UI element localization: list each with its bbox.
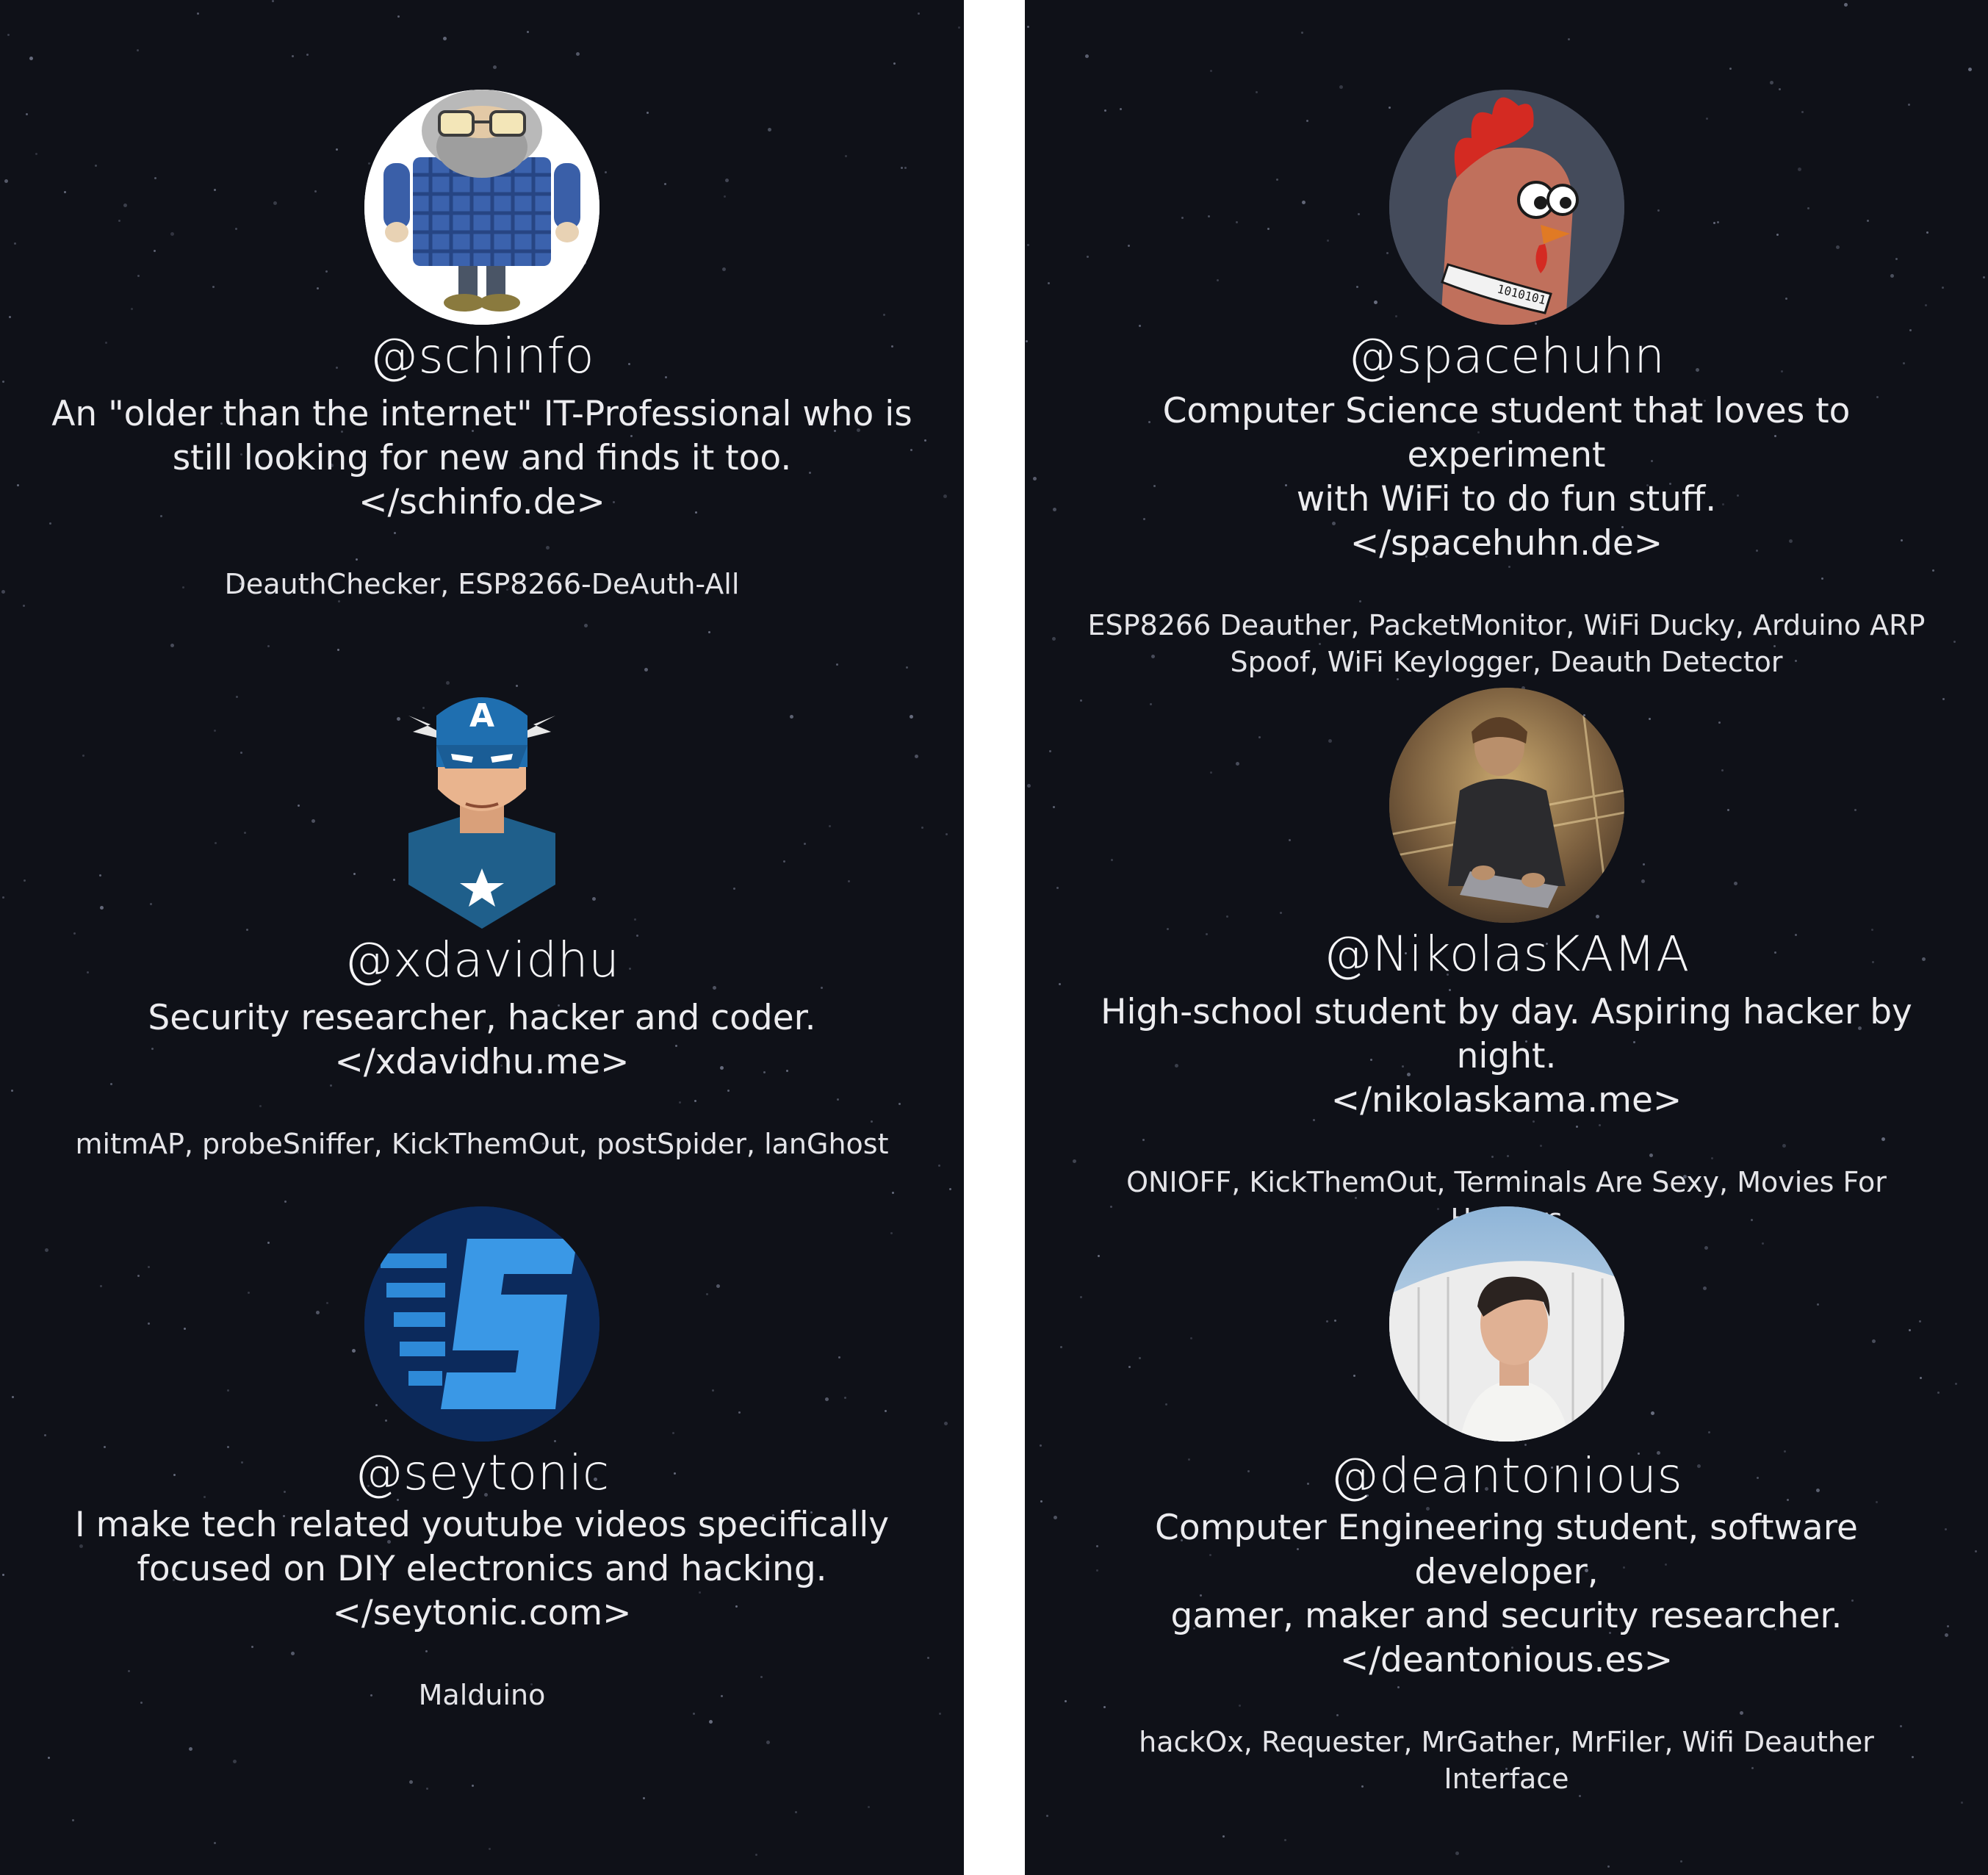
star-dot <box>489 1848 491 1850</box>
star-dot <box>170 644 174 647</box>
star-dot <box>7 34 10 36</box>
star-dot <box>643 1797 645 1799</box>
bearded-man-plaid-shirt-avatar[interactable] <box>364 90 599 325</box>
star-dot <box>708 631 710 633</box>
profile-bio: High-school student by day. Aspiring hac… <box>1101 992 1912 1076</box>
star-dot <box>1301 32 1303 34</box>
star-dot <box>306 54 309 56</box>
profile-website-link[interactable]: </nikolaskama.me> <box>1331 1079 1682 1123</box>
profile-handle[interactable]: @schinfo <box>370 326 594 386</box>
profile-projects: hackOx, Requester, MrGather, MrFiler, Wi… <box>1139 1726 1874 1795</box>
star-dot <box>1607 1865 1610 1868</box>
profile-bio: I make tech related youtube videos speci… <box>74 1505 890 1589</box>
star-dot <box>1844 3 1848 7</box>
star-dot <box>1046 1815 1048 1817</box>
photo-boy-with-laptop-avatar[interactable] <box>1389 688 1624 923</box>
star-dot <box>709 1720 713 1724</box>
star-dot <box>493 65 497 69</box>
svg-text:A: A <box>469 697 494 735</box>
star-dot <box>949 1188 951 1190</box>
star-dot <box>446 681 450 685</box>
star-dot <box>272 0 274 2</box>
profile-website-link[interactable]: </xdavidhu.me> <box>335 1040 630 1084</box>
profile-bio: Security researcher, hacker and coder. <box>148 998 816 1038</box>
profile-website-link[interactable]: </deantonious.es> <box>1340 1638 1673 1683</box>
star-dot <box>1680 1860 1682 1863</box>
star-dot <box>233 1760 237 1763</box>
profile-card-xdavidhu: A @xdavidhu Security researcher, hacker … <box>0 686 964 1162</box>
star-dot <box>892 1192 894 1194</box>
star-dot <box>284 1201 287 1203</box>
profile-card-seytonic: @seytonic I make tech related youtube vi… <box>0 1206 964 1713</box>
star-dot <box>409 1780 413 1784</box>
profile-handle[interactable]: @seytonic <box>354 1443 609 1503</box>
star-dot <box>644 668 648 672</box>
profile-website-link[interactable]: </spacehuhn.de> <box>1350 522 1663 566</box>
profile-bio: Computer Science student that loves to e… <box>1162 391 1851 519</box>
profile-handle[interactable]: @NikolasKAMA <box>1323 924 1690 985</box>
star-dot <box>795 1811 797 1813</box>
star-dot <box>397 15 400 18</box>
star-dot <box>1968 68 1972 71</box>
star-dot <box>443 37 447 40</box>
profile-bio: An "older than the internet" IT-Professi… <box>51 394 912 478</box>
star-dot <box>189 1747 192 1751</box>
star-dot <box>29 57 33 60</box>
star-dot <box>918 12 920 15</box>
profile-handle[interactable]: @spacehuhn <box>1348 326 1665 386</box>
star-dot <box>958 26 960 29</box>
profile-handle[interactable]: @deantonious <box>1330 1446 1683 1506</box>
star-dot <box>1455 1851 1459 1855</box>
star-dot <box>755 1854 757 1856</box>
star-dot <box>197 12 199 15</box>
seytonic-s-logo-avatar[interactable] <box>364 1206 599 1442</box>
profile-card-deantonious: @deantonious Computer Engineering studen… <box>1025 1206 1988 1797</box>
star-dot <box>893 62 896 65</box>
star-dot <box>214 1842 216 1844</box>
star-dot <box>72 1819 74 1821</box>
star-dot <box>292 55 294 57</box>
profile-bio: Computer Engineering student, software d… <box>1155 1508 1858 1636</box>
star-dot <box>1210 70 1212 72</box>
star-dot <box>1770 81 1773 84</box>
star-dot <box>1961 1802 1963 1804</box>
star-dot <box>1729 68 1732 70</box>
star-dot <box>337 649 339 651</box>
profile-projects: DeauthChecker, ESP8266-DeAuth-All <box>224 568 740 600</box>
right-panel: 1010101 @spacehuhn Computer Science stud… <box>1025 0 1988 1875</box>
chicken-avatar[interactable]: 1010101 <box>1389 90 1624 325</box>
star-dot <box>836 663 838 666</box>
left-panel: @schinfo An "older than the internet" IT… <box>0 0 964 1875</box>
star-dot <box>527 31 529 33</box>
profile-card-nikolaskama: @NikolasKAMA High-school student by day.… <box>1025 688 1988 1237</box>
profile-projects: Malduino <box>418 1679 546 1711</box>
star-dot <box>137 49 139 51</box>
star-dot <box>426 1788 428 1790</box>
star-dot <box>906 666 908 669</box>
star-dot <box>1222 1835 1225 1838</box>
captain-america-avatar[interactable]: A <box>408 686 555 929</box>
photo-young-man-avatar[interactable] <box>1389 1206 1624 1442</box>
profile-projects: ESP8266 Deauther, PacketMonitor, WiFi Du… <box>1087 609 1926 678</box>
profile-card-spacehuhn: 1010101 @spacehuhn Computer Science stud… <box>1025 90 1988 680</box>
star-dot <box>868 1806 870 1808</box>
star-dot <box>938 1165 940 1167</box>
profile-projects: mitmAP, probeSniffer, KickThemOut, postS… <box>75 1128 889 1160</box>
profile-website-link[interactable]: </seytonic.com> <box>332 1591 631 1635</box>
star-dot <box>1339 85 1343 89</box>
star-dot <box>1085 54 1089 58</box>
star-dot <box>267 645 270 647</box>
star-dot <box>48 1757 50 1759</box>
star-dot <box>1284 1839 1286 1841</box>
star-dot <box>1568 38 1570 40</box>
star-dot <box>23 605 25 607</box>
profile-handle[interactable]: @xdavidhu <box>345 930 620 990</box>
star-dot <box>576 52 580 56</box>
star-dot <box>472 1785 474 1787</box>
star-dot <box>766 1741 770 1744</box>
star-dot <box>1027 26 1029 28</box>
profile-website-link[interactable]: </schinfo.de> <box>359 481 605 525</box>
profile-card-schinfo: @schinfo An "older than the internet" IT… <box>0 90 964 602</box>
star-dot <box>584 624 588 627</box>
